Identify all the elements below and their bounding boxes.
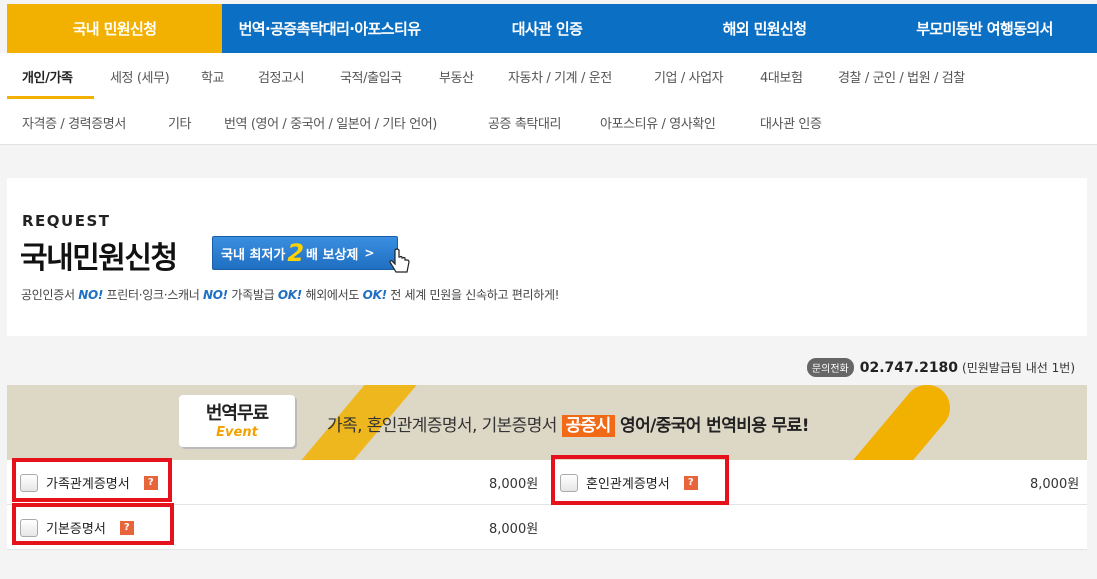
desc-em: OK! bbox=[277, 288, 302, 302]
contact-note: (민원발급팀 내선 1번) bbox=[962, 361, 1075, 375]
subnav-tax[interactable]: 세정 (세무) bbox=[110, 53, 170, 99]
banner-msg-pre: 가족, 혼인관계증명서, 기본증명서 bbox=[327, 416, 562, 436]
desc-part: 프린터·잉크·스캐너 bbox=[103, 288, 204, 302]
banner-msg-post: 영어/중국어 번역비용 무료! bbox=[614, 416, 809, 436]
badge-pre: 국내 최저가 bbox=[221, 247, 286, 263]
subnav-license[interactable]: 자격증 / 경력증명서 bbox=[22, 99, 126, 145]
event-box-title: 번역무료 bbox=[205, 403, 269, 424]
top-nav-translation[interactable]: 번역·공증촉탁대리·아포스티유 bbox=[222, 4, 437, 53]
event-box-sub: Event bbox=[216, 425, 258, 440]
highlight-box bbox=[12, 503, 174, 545]
top-nav-overseas[interactable]: 해외 민원신청 bbox=[657, 4, 872, 53]
request-card: REQUEST 국내민원신청 국내 최저가 2 배 보상제 > 공인인증서 NO… bbox=[7, 178, 1087, 336]
subnav-vehicle[interactable]: 자동차 / 기계 / 운전 bbox=[508, 53, 612, 99]
top-nav-travel-consent[interactable]: 부모미동반 여행동의서 bbox=[872, 4, 1097, 53]
subnav-etc[interactable]: 기타 bbox=[168, 99, 192, 145]
subnav-personal-family[interactable]: 개인/가족 bbox=[22, 53, 73, 99]
desc-part: 공인인증서 bbox=[21, 288, 79, 302]
top-nav: 국내 민원신청 번역·공증촉탁대리·아포스티유 대사관 인증 해외 민원신청 부… bbox=[7, 4, 1097, 53]
doc-price: 8,000원 bbox=[1030, 477, 1080, 492]
desc-part: 가족발급 bbox=[227, 288, 278, 302]
doc-price: 8,000원 bbox=[489, 477, 539, 492]
banner-msg-highlight: 공증시 bbox=[561, 415, 615, 437]
subnav-police[interactable]: 경찰 / 군인 / 법원 / 검찰 bbox=[838, 53, 965, 99]
event-box: 번역무료 Event bbox=[179, 395, 295, 447]
desc-em: OK! bbox=[362, 288, 387, 302]
highlight-box bbox=[12, 458, 172, 502]
banner-decoration bbox=[840, 385, 960, 460]
top-nav-embassy[interactable]: 대사관 인증 bbox=[437, 4, 657, 53]
desc-part: 전 세계 민원을 신속하고 편리하게! bbox=[386, 288, 560, 302]
desc-em: NO! bbox=[78, 288, 104, 302]
highlight-box bbox=[551, 455, 729, 505]
request-eyebrow: REQUEST bbox=[22, 212, 111, 230]
badge-post: 배 보상제 bbox=[306, 247, 359, 263]
translation-event-banner[interactable]: 번역무료 Event 가족, 혼인관계증명서, 기본증명서 공증시 영어/중국어… bbox=[7, 385, 1087, 460]
lowest-price-badge[interactable]: 국내 최저가 2 배 보상제 > bbox=[212, 236, 398, 270]
desc-part: 해외에서도 bbox=[301, 288, 363, 302]
subnav-ged[interactable]: 검정고시 bbox=[258, 53, 305, 99]
subnav-apostille[interactable]: 아포스티유 / 영사확인 bbox=[600, 99, 716, 145]
doc-price: 8,000원 bbox=[489, 522, 539, 537]
subnav-insurance[interactable]: 4대보험 bbox=[760, 53, 803, 99]
request-description: 공인인증서 NO! 프린터·잉크·스캐너 NO! 가족발급 OK! 해외에서도 … bbox=[21, 286, 560, 303]
subnav-translation[interactable]: 번역 (영어 / 중국어 / 일본어 / 기타 언어) bbox=[224, 99, 437, 145]
sub-nav: 개인/가족 세정 (세무) 학교 검정고시 국적/출입국 부동산 자동차 / 기… bbox=[0, 53, 1097, 145]
pointer-hand-icon bbox=[389, 248, 410, 273]
subnav-school[interactable]: 학교 bbox=[201, 53, 225, 99]
chevron-right-icon: > bbox=[364, 246, 375, 260]
page-title: 국내민원신청 bbox=[20, 241, 178, 276]
subnav-nationality[interactable]: 국적/출입국 bbox=[340, 53, 402, 99]
subnav-business[interactable]: 기업 / 사업자 bbox=[654, 53, 724, 99]
banner-message: 가족, 혼인관계증명서, 기본증명서 공증시 영어/중국어 번역비용 무료! bbox=[327, 411, 809, 437]
subnav-real-estate[interactable]: 부동산 bbox=[439, 53, 474, 99]
contact-tag: 문의전화 bbox=[806, 358, 854, 377]
desc-em: NO! bbox=[203, 288, 228, 302]
subnav-embassy[interactable]: 대사관 인증 bbox=[760, 99, 822, 145]
contact-number: 02.747.2180 bbox=[859, 359, 959, 376]
badge-num: 2 bbox=[287, 239, 305, 267]
subnav-notary[interactable]: 공증 촉탁대리 bbox=[488, 99, 561, 145]
top-nav-domestic[interactable]: 국내 민원신청 bbox=[7, 4, 222, 53]
contact-phone: 문의전화 02.747.2180 (민원발급팀 내선 1번) bbox=[806, 358, 1075, 377]
